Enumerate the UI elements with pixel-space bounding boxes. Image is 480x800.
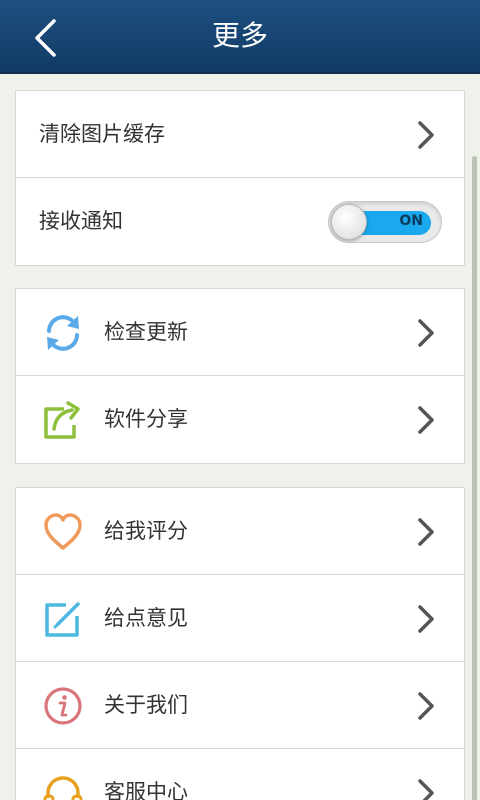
heart-icon xyxy=(44,513,82,550)
settings-group-support: 给我评分 给点意见 关于我们 客服中心 xyxy=(15,487,465,800)
rate-app-label: 给我评分 xyxy=(104,519,188,543)
chevron-right-icon xyxy=(418,692,434,720)
clear-image-cache-item[interactable]: 清除图片缓存 xyxy=(16,91,464,178)
check-update-item[interactable]: 检查更新 xyxy=(16,289,464,376)
chevron-right-icon xyxy=(418,518,434,546)
info-icon xyxy=(44,687,82,725)
chevron-right-icon xyxy=(418,605,434,633)
title-bar: 更多 xyxy=(0,0,480,74)
edit-icon xyxy=(45,602,80,637)
chevron-right-icon xyxy=(418,406,434,434)
chevron-right-icon xyxy=(418,779,434,800)
about-us-item[interactable]: 关于我们 xyxy=(16,662,464,749)
settings-list: 清除图片缓存 接收通知 ON 检查更新 软件分享 给我评分 给点意见 关于我们 … xyxy=(0,74,480,800)
about-us-label: 关于我们 xyxy=(104,693,188,717)
chevron-right-icon xyxy=(418,319,434,347)
customer-service-item[interactable]: 客服中心 xyxy=(16,749,464,800)
settings-group-app: 检查更新 软件分享 xyxy=(15,288,465,464)
settings-group-general: 清除图片缓存 接收通知 ON xyxy=(15,90,465,266)
toggle-state-text: ON xyxy=(399,213,423,229)
page-title: 更多 xyxy=(211,19,268,52)
notification-toggle[interactable]: ON xyxy=(328,201,442,243)
refresh-icon xyxy=(47,315,79,351)
rate-app-item[interactable]: 给我评分 xyxy=(16,488,464,575)
check-update-label: 检查更新 xyxy=(104,320,188,344)
toggle-knob xyxy=(331,204,367,240)
feedback-label: 给点意见 xyxy=(104,606,188,630)
clear-image-cache-label: 清除图片缓存 xyxy=(39,122,165,146)
share-app-item[interactable]: 软件分享 xyxy=(16,376,464,463)
share-app-label: 软件分享 xyxy=(104,407,188,431)
feedback-item[interactable]: 给点意见 xyxy=(16,575,464,662)
chevron-right-icon xyxy=(418,121,434,149)
scrollbar[interactable] xyxy=(472,156,477,800)
receive-notification-label: 接收通知 xyxy=(39,209,123,233)
customer-service-label: 客服中心 xyxy=(104,780,188,800)
headset-icon xyxy=(43,776,83,800)
receive-notification-item: 接收通知 ON xyxy=(16,178,464,265)
share-icon xyxy=(44,401,80,439)
